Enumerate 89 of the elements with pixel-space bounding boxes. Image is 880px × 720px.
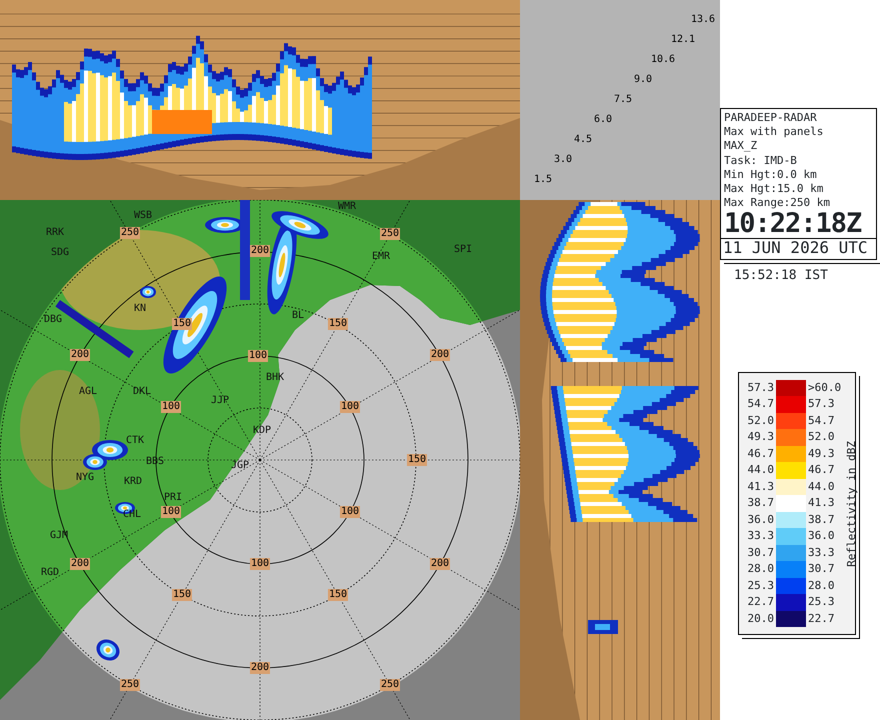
legend-value: 46.7 [746, 446, 775, 462]
range-label: 100 [340, 506, 360, 518]
station-label: NYG [76, 473, 94, 483]
legend-value: 30.7 [807, 561, 836, 578]
station-label: PRI [164, 493, 182, 503]
info-text: Max with panels [724, 125, 824, 140]
legend-value: 28.0 [807, 578, 836, 594]
height-label: 6.0 [594, 115, 612, 125]
legend-value: 30.7 [746, 544, 775, 561]
legend-value: 38.7 [807, 512, 836, 528]
range-label: 200 [250, 245, 270, 257]
height-label: 7.5 [614, 95, 632, 105]
station-label: CTK [126, 436, 144, 446]
station-label: DBG [44, 315, 62, 325]
info-text: Max Range:250 km [724, 196, 831, 210]
utc-time: 10:22:18Z [724, 210, 862, 238]
legend-value: 41.3 [807, 495, 836, 512]
range-label: 250 [120, 679, 140, 691]
utc-date: 11 JUN 2026 UTC [721, 238, 876, 258]
legend-value: 38.7 [746, 495, 775, 512]
legend-value: 49.3 [807, 446, 836, 462]
info-text: MAX_Z [724, 139, 758, 154]
range-label: 100 [160, 506, 182, 518]
range-label: 200 [70, 349, 90, 361]
range-label: 150 [172, 318, 192, 330]
range-label: 100 [160, 401, 182, 413]
range-label: 150 [328, 318, 348, 330]
legend-value: 44.0 [807, 478, 836, 495]
legend-value: 28.0 [746, 561, 775, 578]
local-time: 15:52:18 IST [734, 267, 829, 286]
legend-value: 54.7 [807, 412, 836, 429]
station-label: SPI [454, 245, 472, 255]
range-label: 200 [430, 558, 450, 570]
height-label: 12.1 [670, 35, 696, 45]
range-label: 200 [70, 558, 90, 570]
station-label: AGL [78, 387, 98, 397]
station-label: KN [134, 304, 146, 314]
height-label: 10.6 [650, 55, 676, 65]
height-label: 4.5 [574, 135, 592, 145]
legend-value: 22.7 [746, 594, 775, 610]
legend-title: Reflectivity in dBZ [844, 440, 859, 567]
height-label: 1.5 [534, 175, 552, 185]
range-label: 200 [250, 662, 270, 674]
legend-value: 36.0 [746, 512, 775, 528]
legend-value: 33.3 [746, 528, 775, 544]
station-label: WSB [134, 211, 152, 221]
range-label: 250 [120, 227, 140, 239]
legend-value: 41.3 [746, 478, 775, 495]
legend-value: 54.7 [746, 396, 775, 412]
info-text: Task: IMD-B [724, 154, 798, 168]
range-label: 100 [250, 558, 270, 570]
legend-value: 44.0 [746, 462, 775, 478]
range-label: 250 [380, 679, 400, 691]
legend-value: >60.0 [807, 380, 842, 396]
station-label: WMR [338, 202, 356, 212]
legend-value: 20.0 [746, 610, 775, 627]
station-label: RGD [40, 568, 60, 578]
station-label: RRK [46, 228, 64, 238]
legend-value: 25.3 [807, 594, 836, 610]
station-label: DKL [132, 387, 152, 397]
station-label: BL [292, 311, 304, 321]
range-label: 100 [340, 401, 360, 413]
range-label: 250 [380, 228, 400, 240]
range-label: 150 [328, 589, 348, 601]
legend-value: 22.7 [807, 610, 836, 627]
range-label: 150 [406, 454, 428, 466]
height-label: 9.0 [634, 75, 652, 85]
station-label: SDG [50, 248, 70, 258]
legend-value: 25.3 [746, 578, 775, 594]
station-label: EMR [372, 252, 390, 262]
info-text: Max Hgt:15.0 km [724, 182, 824, 196]
station-label: CHL [122, 510, 142, 520]
height-label: 13.6 [690, 15, 716, 25]
legend-value: 49.3 [746, 429, 775, 446]
range-label: 200 [430, 349, 450, 361]
station-label: KRD [124, 477, 142, 487]
legend-value: 52.0 [746, 412, 775, 429]
range-label: 150 [172, 589, 192, 601]
legend-value: 36.0 [807, 528, 836, 544]
info-text: Min Hgt:0.0 km [724, 168, 818, 182]
legend-value: 52.0 [807, 429, 836, 446]
legend-value: 57.3 [746, 380, 775, 396]
legend-value: 46.7 [807, 462, 836, 478]
range-label: 100 [248, 350, 268, 362]
height-label: 3.0 [554, 155, 572, 165]
info-text: PARADEEP-RADAR [724, 111, 818, 126]
legend-value: 33.3 [807, 544, 836, 561]
station-label: JJP [210, 396, 230, 406]
legend-value: 57.3 [807, 396, 836, 412]
